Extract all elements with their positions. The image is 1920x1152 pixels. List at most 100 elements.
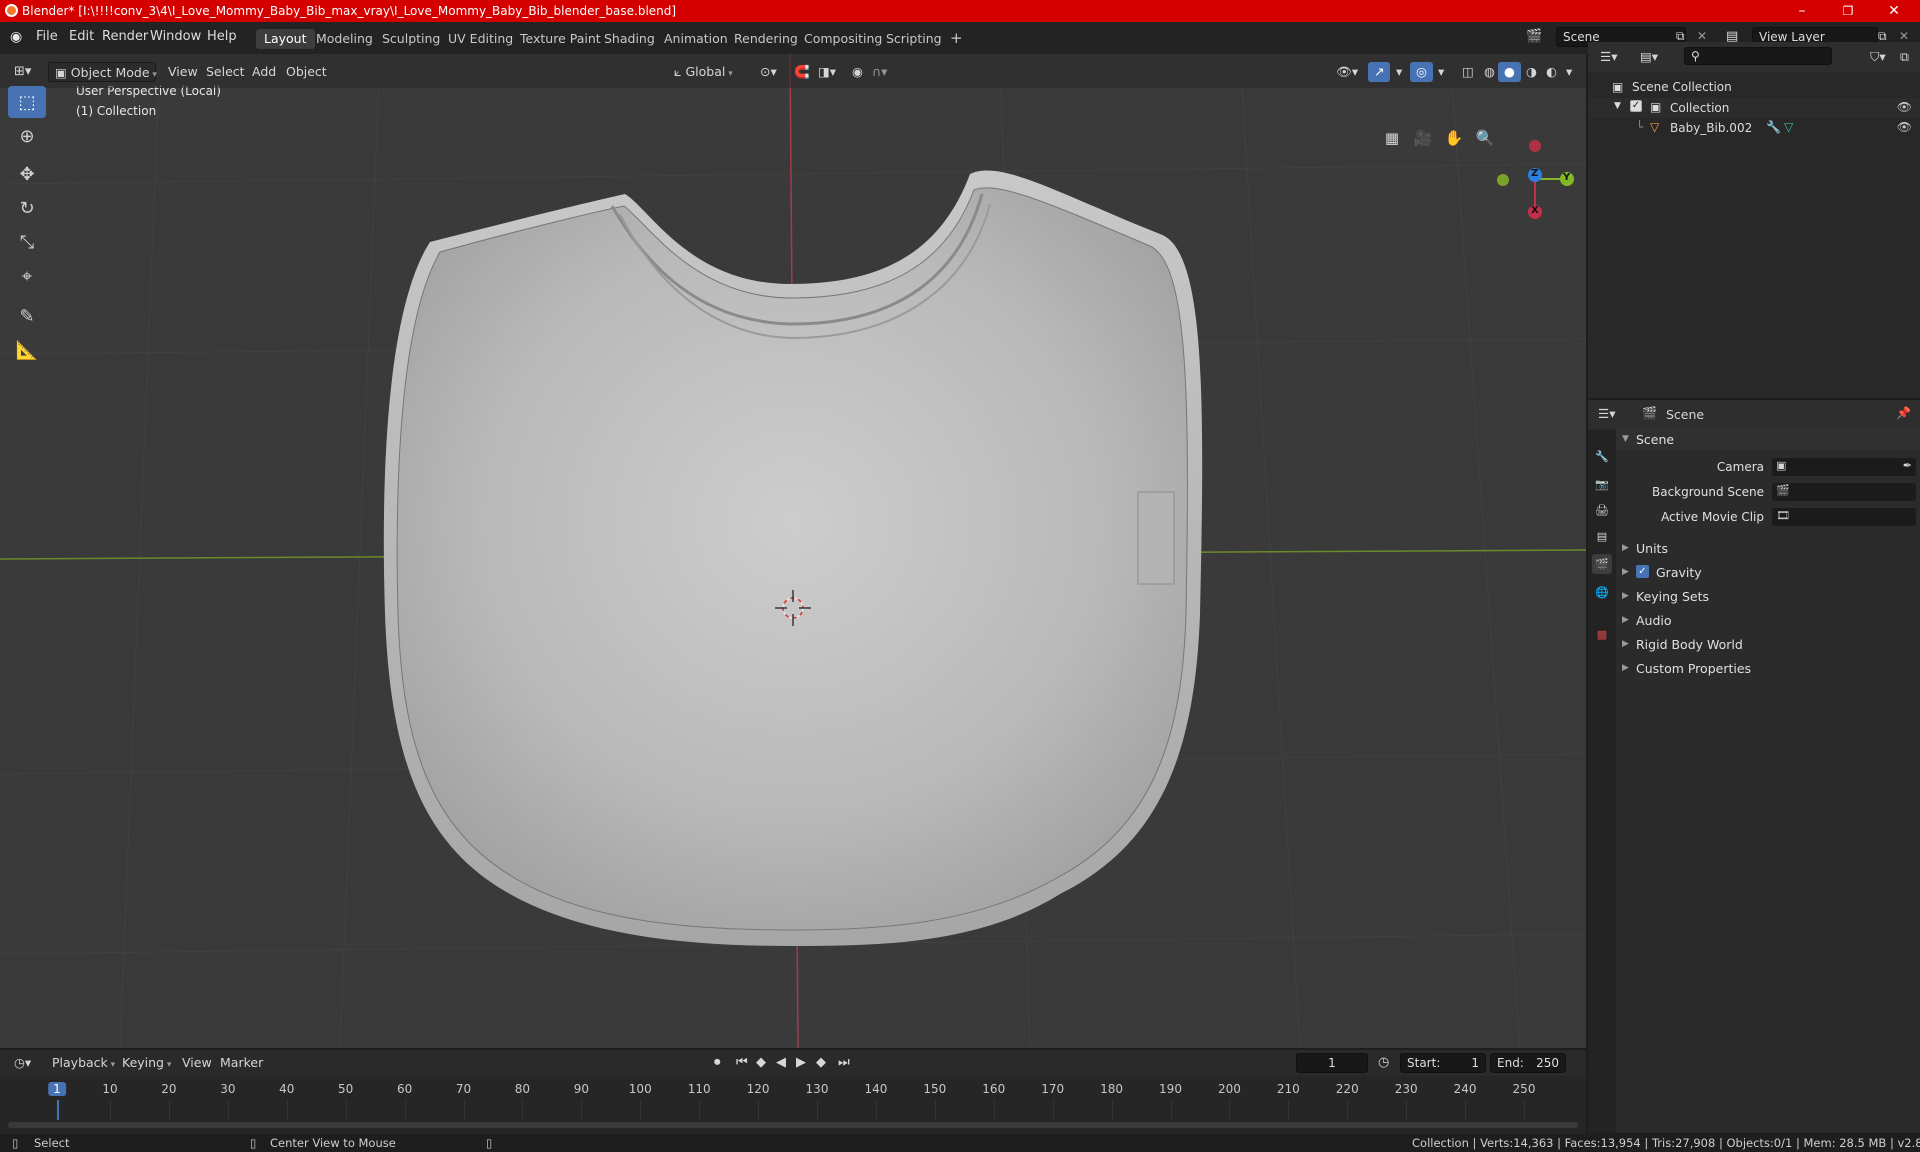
prev-keyframe-icon[interactable]: ◆: [756, 1055, 766, 1070]
pan-hand-icon[interactable]: ✋: [1440, 124, 1468, 152]
scene-selector-icon[interactable]: 🎬: [1526, 29, 1542, 44]
eyedropper-icon[interactable]: ✒: [1903, 459, 1912, 472]
menu-edit[interactable]: Edit: [69, 29, 94, 44]
grid-toggle-icon[interactable]: ▦: [1378, 124, 1406, 152]
start-frame-field[interactable]: Start: 1: [1400, 1053, 1486, 1073]
gizmo-toggle-icon[interactable]: ↗: [1368, 62, 1391, 82]
visibility-icon[interactable]: 👁▾: [1330, 62, 1364, 82]
overlay-dropdown-icon[interactable]: ▾: [1432, 62, 1450, 82]
play-icon[interactable]: ▶: [796, 1055, 806, 1070]
display-mode-icon[interactable]: ▤▾: [1634, 47, 1664, 67]
gizmo-dropdown-icon[interactable]: ▾: [1390, 62, 1408, 82]
outliner-row-scene-collection[interactable]: ▣ Scene Collection: [1588, 78, 1920, 98]
new-collection-icon[interactable]: ⧉: [1894, 47, 1915, 67]
editor-type-icon[interactable]: ⊞▾: [8, 62, 37, 82]
scene-tab-icon[interactable]: 🎬: [1592, 554, 1612, 574]
render-tab-icon[interactable]: 📷: [1592, 474, 1612, 494]
tab-shading[interactable]: Shading: [596, 29, 663, 49]
tab-animation[interactable]: Animation: [656, 29, 736, 49]
eye-icon[interactable]: 👁: [1897, 120, 1912, 134]
output-tab-icon[interactable]: 🖨: [1592, 500, 1612, 520]
keying-sets-section[interactable]: ▶ Keying Sets: [1622, 585, 1914, 607]
camera-view-icon[interactable]: 🎥: [1409, 124, 1437, 152]
keying-dropdown[interactable]: Keying ▾: [116, 1053, 177, 1073]
end-frame-field[interactable]: End: 250: [1490, 1053, 1566, 1073]
tab-modeling[interactable]: Modeling: [308, 29, 381, 49]
timeline-menu-marker[interactable]: Marker: [214, 1053, 269, 1073]
xray-icon[interactable]: ◫: [1456, 62, 1480, 82]
select-box-icon[interactable]: ⬚: [8, 86, 46, 118]
viewport-menu-object[interactable]: Object: [280, 62, 333, 82]
playhead-line[interactable]: [57, 1100, 59, 1120]
gravity-section[interactable]: ▶ ✓ Gravity: [1622, 561, 1914, 583]
add-workspace-button[interactable]: +: [942, 27, 971, 47]
active-movie-clip-field[interactable]: 🎞: [1772, 508, 1916, 526]
menu-render[interactable]: Render: [102, 29, 148, 44]
shading-dropdown-icon[interactable]: ▾: [1560, 62, 1578, 82]
overlay-toggle-icon[interactable]: ◎: [1410, 62, 1433, 82]
camera-field[interactable]: ▣ ✒: [1772, 458, 1916, 476]
rotate-icon[interactable]: ↻: [8, 192, 46, 224]
gravity-checkbox[interactable]: ✓: [1636, 565, 1649, 578]
delete-view-layer-icon[interactable]: ✕: [1899, 29, 1909, 43]
transform-icon[interactable]: ⌖: [8, 260, 46, 292]
next-keyframe-icon[interactable]: ◆: [816, 1055, 826, 1070]
maximize-button[interactable]: ❐: [1838, 2, 1858, 20]
jump-end-icon[interactable]: ⏭: [838, 1055, 850, 1070]
texture-tab-icon[interactable]: ▩: [1592, 624, 1612, 644]
current-frame-field[interactable]: 1: [1296, 1053, 1368, 1073]
3d-viewport[interactable]: X Y Z User Perspective (Local) (1) Colle…: [0, 54, 1586, 1048]
timeline-scrollbar[interactable]: [8, 1122, 1578, 1128]
scene-panel-header[interactable]: ▼ Scene: [1616, 428, 1920, 450]
blender-menu-icon[interactable]: ◉: [10, 29, 22, 45]
modifier-wrench-icon[interactable]: 🔧: [1766, 120, 1781, 134]
measure-icon[interactable]: 📐: [8, 334, 46, 366]
pivot-icon[interactable]: ⊙▾: [754, 62, 783, 82]
solid-shading-icon[interactable]: ●: [1498, 62, 1521, 82]
timeline-menu-view[interactable]: View: [176, 1053, 218, 1073]
world-tab-icon[interactable]: 🌐: [1592, 582, 1612, 602]
viewport-menu-select[interactable]: Select: [200, 62, 251, 82]
auto-keying-clock-icon[interactable]: ◷: [1378, 1055, 1389, 1070]
audio-section[interactable]: ▶ Audio: [1622, 609, 1914, 631]
menu-window[interactable]: Window: [150, 29, 201, 44]
pin-icon[interactable]: 📌: [1896, 406, 1911, 420]
minimize-button[interactable]: –: [1792, 2, 1812, 20]
move-icon[interactable]: ✥: [8, 158, 46, 190]
menu-file[interactable]: File: [36, 29, 58, 44]
view-layer-tab-icon[interactable]: ▤: [1592, 526, 1612, 546]
play-reverse-icon[interactable]: ◀: [776, 1055, 786, 1070]
playback-dropdown[interactable]: Playback ▾: [46, 1053, 121, 1073]
tab-sculpting[interactable]: Sculpting: [374, 29, 448, 49]
tab-rendering[interactable]: Rendering: [726, 29, 806, 49]
outliner-row-baby-bib[interactable]: └ ▽ Baby_Bib.002 🔧 ▽ 👁: [1588, 118, 1920, 138]
mesh-data-icon[interactable]: ▽: [1784, 120, 1793, 134]
jump-start-icon[interactable]: ⏮: [736, 1055, 748, 1070]
outliner-search-input[interactable]: ⚲: [1684, 47, 1832, 65]
snap-target-icon[interactable]: ◨▾: [812, 62, 842, 82]
exclude-checkbox[interactable]: ✓: [1630, 100, 1642, 112]
outliner-editor-type-icon[interactable]: ☰▾: [1594, 47, 1623, 67]
orientation-dropdown[interactable]: ⟀ Global ▾: [668, 62, 746, 82]
eye-icon[interactable]: 👁: [1897, 100, 1912, 114]
background-scene-field[interactable]: 🎬: [1772, 483, 1916, 501]
annotate-icon[interactable]: ✎: [8, 300, 46, 332]
zoom-icon[interactable]: 🔍: [1471, 124, 1499, 152]
tab-uv-editing[interactable]: UV Editing: [440, 29, 521, 49]
rigid-body-world-section[interactable]: ▶ Rigid Body World: [1622, 633, 1914, 655]
record-icon[interactable]: ⏺: [714, 1055, 721, 1070]
tab-compositing[interactable]: Compositing: [796, 29, 890, 49]
close-window-button[interactable]: ✕: [1884, 2, 1904, 20]
timeline-editor-type-icon[interactable]: ◷▾: [8, 1053, 37, 1073]
falloff-icon[interactable]: ∩▾: [866, 62, 893, 82]
outliner-row-collection[interactable]: ▼ ✓ ▣ Collection 👁: [1588, 98, 1920, 118]
tab-scripting[interactable]: Scripting: [878, 29, 950, 49]
scale-icon[interactable]: ⤡: [8, 226, 46, 258]
delete-scene-icon[interactable]: ✕: [1697, 29, 1707, 43]
menu-help[interactable]: Help: [207, 29, 237, 44]
timeline-editor[interactable]: ◷▾ Playback ▾ Keying ▾ View Marker ⏺ ⏮ ◆…: [0, 1050, 1586, 1136]
viewport-menu-add[interactable]: Add: [246, 62, 282, 82]
tab-texture-paint[interactable]: Texture Paint: [512, 29, 609, 49]
properties-editor-type-icon[interactable]: ☰▾: [1592, 404, 1621, 424]
tab-layout[interactable]: Layout: [256, 29, 315, 49]
